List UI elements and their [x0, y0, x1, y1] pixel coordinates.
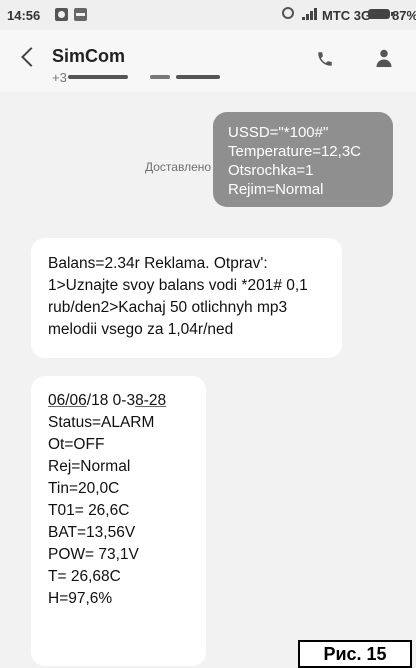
battery-percent: 87% [392, 8, 416, 23]
message-line: BAT=13,56V [48, 524, 136, 541]
message-line: Status=ALARM [48, 414, 155, 431]
message-line: POW= 73,1V [48, 546, 139, 563]
message-line: H=97,6% [48, 590, 113, 607]
message-line: rub/den2>Kachaj 50 otlichnyh mp3 [48, 299, 288, 316]
status-time: 14:56 [7, 8, 41, 23]
message-line: T= 26,68C [48, 568, 121, 585]
signal-icon [302, 8, 318, 20]
contact-number: +3 [52, 70, 67, 85]
message-date-line: 06/06/18 0-38-28 [48, 390, 189, 412]
redaction-bar [68, 75, 128, 79]
alarm-icon [282, 7, 294, 19]
conversation-header: SimCom +3 [0, 30, 416, 92]
redaction-bar [150, 75, 170, 79]
message-line: Balans=2.34r Reklama. Otprav': [48, 255, 268, 272]
message-list[interactable]: Доставлено USSD="*100#" Temperature=12,3… [0, 92, 416, 668]
back-arrow-icon[interactable] [21, 47, 41, 67]
incoming-message-bubble[interactable]: 06/06/18 0-38-28 Status=ALARM Ot=OFF Rej… [31, 376, 206, 666]
time-link[interactable]: 8-28 [135, 392, 166, 409]
message-line: T01= 26,6C [48, 502, 130, 519]
delivery-status: Доставлено [145, 160, 212, 174]
carrier-label: MTC 3G [322, 8, 372, 23]
message-line: USSD="*100#" [228, 124, 329, 141]
status-bar: 14:56 MTC 3G 87% [0, 0, 416, 30]
gallery-notification-icon [74, 8, 87, 21]
message-line: Tin=20,0C [48, 480, 120, 497]
message-line: 1>Uznajte svoy balans vodi *201# 0,1 [48, 277, 308, 294]
message-line: Temperature=12,3C [228, 143, 361, 160]
redaction-bar [176, 75, 220, 79]
outgoing-message-bubble[interactable]: USSD="*100#" Temperature=12,3C Otsrochka… [213, 112, 393, 207]
message-line: Rej=Normal [48, 458, 131, 475]
date-year: /18 [86, 392, 109, 409]
message-line: Otsrochka=1 [228, 162, 314, 179]
date-link[interactable]: 06/06 [48, 392, 87, 409]
phone-icon[interactable] [316, 50, 334, 68]
figure-caption: Рис. 15 [298, 640, 412, 668]
message-line: Rejim=Normal [228, 181, 324, 198]
incoming-message-bubble[interactable]: Balans=2.34r Reklama. Otprav': 1>Uznajte… [31, 238, 342, 358]
contact-person-icon[interactable] [375, 48, 393, 68]
battery-icon [368, 9, 393, 19]
contact-name: SimCom [52, 46, 126, 66]
message-line: Ot=OFF [48, 436, 105, 453]
message-line: melodii vsego za 1,04r/ned [48, 321, 234, 338]
time-prefix: 0-3 [108, 392, 136, 409]
camera-notification-icon [55, 8, 68, 21]
